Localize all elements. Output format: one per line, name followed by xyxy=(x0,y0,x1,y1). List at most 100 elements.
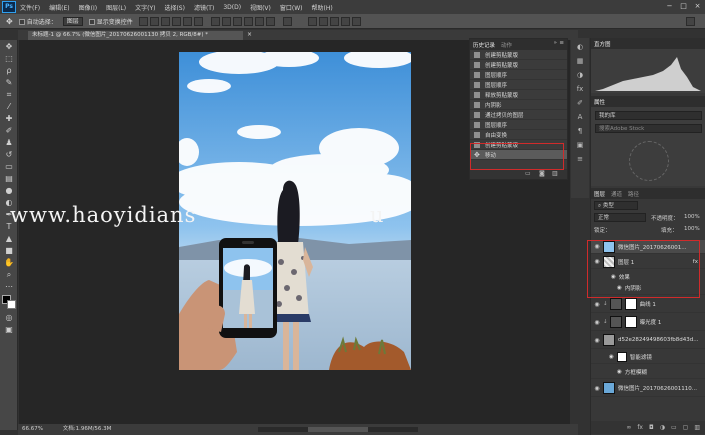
menu-help[interactable]: 帮助(H) xyxy=(312,3,333,12)
eye-icon[interactable]: ◉ xyxy=(617,369,622,375)
blur-tool-icon[interactable]: ● xyxy=(3,185,15,196)
history-brush-tool-icon[interactable]: ↺ xyxy=(3,149,15,160)
distribute-center-button[interactable] xyxy=(254,16,264,26)
menu-edit[interactable]: 编辑(E) xyxy=(49,3,69,12)
distribute-right-button[interactable] xyxy=(265,16,275,26)
eye-icon[interactable]: ◉ xyxy=(593,258,601,265)
smart-filters-row[interactable]: ◉ 智能滤镜 xyxy=(591,350,705,364)
color-panel-icon[interactable]: ◐ xyxy=(574,42,586,52)
zoom-tool-icon[interactable]: ⌕ xyxy=(3,269,15,280)
distribute-middle-button[interactable] xyxy=(221,16,231,26)
libraries-panel-icon[interactable]: ▣ xyxy=(574,140,586,150)
history-item[interactable]: 通过拷贝的图层 xyxy=(470,110,567,120)
stock-search-input[interactable]: 搜索Adobe Stock xyxy=(595,124,702,133)
healing-brush-tool-icon[interactable]: ✚ xyxy=(3,113,15,124)
paragraph-panel-icon[interactable]: ¶ xyxy=(574,126,586,136)
eye-icon[interactable]: ◉ xyxy=(593,243,601,250)
layer-row[interactable]: ◉ 微信图片_20170626001... xyxy=(591,240,705,254)
align-bottom-button[interactable] xyxy=(160,16,170,26)
distribute-top-button[interactable] xyxy=(210,16,220,26)
eye-icon[interactable]: ◉ xyxy=(593,385,601,392)
more-tools-icon[interactable]: ⋯ xyxy=(3,281,15,292)
new-layer-icon[interactable]: ▢ xyxy=(683,424,689,431)
align-middle-button[interactable] xyxy=(149,16,159,26)
menu-window[interactable]: 窗口(W) xyxy=(280,3,303,12)
menu-type[interactable]: 文字(Y) xyxy=(135,3,155,12)
path-selection-tool-icon[interactable]: ▲ xyxy=(3,233,15,244)
history-item-current[interactable]: ✥ 移动 xyxy=(470,150,567,160)
brush-tool-icon[interactable]: ✐ xyxy=(3,125,15,136)
3d-pan-button[interactable] xyxy=(340,16,350,26)
3d-slide-button[interactable] xyxy=(351,16,361,26)
auto-align-button[interactable] xyxy=(282,16,292,26)
background-color-swatch[interactable] xyxy=(7,300,16,309)
styles-panel-icon[interactable]: fx xyxy=(574,84,586,94)
library-dropdown[interactable]: 我的库 xyxy=(595,111,702,120)
horizontal-scrollbar[interactable] xyxy=(258,427,418,432)
move-tool-icon[interactable]: ✥ xyxy=(6,17,13,26)
layer-kind-filter[interactable]: ⌕ 类型 xyxy=(594,201,638,210)
3d-mode-button[interactable] xyxy=(307,16,317,26)
eye-icon[interactable]: ◉ xyxy=(617,285,622,291)
rectangle-tool-icon[interactable]: ■ xyxy=(3,245,15,256)
eye-icon[interactable]: ◉ xyxy=(609,354,614,360)
auto-select-dropdown[interactable]: 图层 xyxy=(62,16,83,26)
tab-actions[interactable]: 动作 xyxy=(501,41,512,49)
new-document-from-state-icon[interactable]: ▭ xyxy=(525,170,531,177)
gradient-tool-icon[interactable]: ▤ xyxy=(3,173,15,184)
marquee-tool-icon[interactable]: ⬚ xyxy=(3,53,15,64)
opacity-value[interactable]: 100% xyxy=(684,214,700,220)
panel-menu-icon[interactable]: ≡ xyxy=(559,40,564,46)
history-item[interactable]: 自由变换 xyxy=(470,130,567,140)
history-item[interactable]: 图层顺序 xyxy=(470,70,567,80)
color-swatches[interactable] xyxy=(2,295,16,309)
clone-stamp-tool-icon[interactable]: ♟ xyxy=(3,137,15,148)
history-item[interactable]: 创建剪贴蒙版 xyxy=(470,140,567,150)
workspace-button[interactable] xyxy=(686,17,695,26)
menu-layer[interactable]: 图层(L) xyxy=(106,3,126,12)
history-item[interactable]: 内阴影 xyxy=(470,100,567,110)
history-item[interactable]: 创建剪贴蒙版 xyxy=(470,60,567,70)
trash-icon[interactable]: ▥ xyxy=(694,424,700,431)
screen-mode-icon[interactable]: ▣ xyxy=(3,324,15,335)
eye-icon[interactable]: ◉ xyxy=(593,301,601,308)
menu-3d[interactable]: 3D(D) xyxy=(223,4,241,11)
menu-image[interactable]: 图像(I) xyxy=(79,3,97,12)
auto-select-checkbox[interactable] xyxy=(18,19,25,25)
adjustment-icon[interactable]: ◑ xyxy=(660,424,665,431)
properties-panel-icon[interactable]: ≡ xyxy=(574,154,586,164)
align-center-button[interactable] xyxy=(182,16,192,26)
quick-select-tool-icon[interactable]: ✎ xyxy=(3,77,15,88)
distribute-bottom-button[interactable] xyxy=(232,16,242,26)
character-panel-icon[interactable]: A xyxy=(574,112,586,122)
zoom-level[interactable]: 66.67% xyxy=(22,426,43,432)
panel-collapse-icon[interactable]: » xyxy=(554,40,557,46)
eye-icon[interactable]: ◉ xyxy=(611,274,616,280)
hand-tool-icon[interactable]: ✋ xyxy=(3,257,15,268)
trash-icon[interactable]: ▥ xyxy=(552,170,558,177)
distribute-left-button[interactable] xyxy=(243,16,253,26)
maximize-button[interactable]: □ xyxy=(679,2,688,11)
tab-history[interactable]: 历史记录 xyxy=(473,41,495,49)
lasso-tool-icon[interactable]: ρ xyxy=(3,65,15,76)
folder-icon[interactable]: ▭ xyxy=(671,424,677,431)
eye-icon[interactable]: ◉ xyxy=(593,319,601,326)
eye-icon[interactable]: ◉ xyxy=(593,337,601,344)
quick-mask-icon[interactable]: ◎ xyxy=(3,312,15,323)
layer-row[interactable]: ◉ 微信图片_20170626001110... xyxy=(591,380,705,397)
crop-tool-icon[interactable]: ⌗ xyxy=(3,89,15,100)
history-item[interactable]: 图层顺序 xyxy=(470,80,567,90)
fill-value[interactable]: 100% xyxy=(684,226,700,232)
auto-select-option[interactable]: 自动选择： xyxy=(18,17,57,26)
layer-row[interactable]: ◉ ↓ 曝光度 1 xyxy=(591,314,705,331)
menu-filter[interactable]: 滤镜(T) xyxy=(194,3,214,12)
tab-histogram[interactable]: 直方图 xyxy=(594,40,611,48)
camera-icon[interactable]: ◙ xyxy=(539,170,545,177)
align-left-button[interactable] xyxy=(171,16,181,26)
layer-row[interactable]: ◉ ↓ 曲线 1 xyxy=(591,296,705,313)
tab-channels[interactable]: 通道 xyxy=(611,190,622,198)
fx-icon[interactable]: fx xyxy=(637,424,643,431)
history-item[interactable]: 图层顺序 xyxy=(470,120,567,130)
document-tab[interactable]: 未标题-1 @ 66.7% (微信图片_20170626001130 拷贝 2,… xyxy=(28,31,243,40)
tab-paths[interactable]: 路径 xyxy=(628,190,639,198)
